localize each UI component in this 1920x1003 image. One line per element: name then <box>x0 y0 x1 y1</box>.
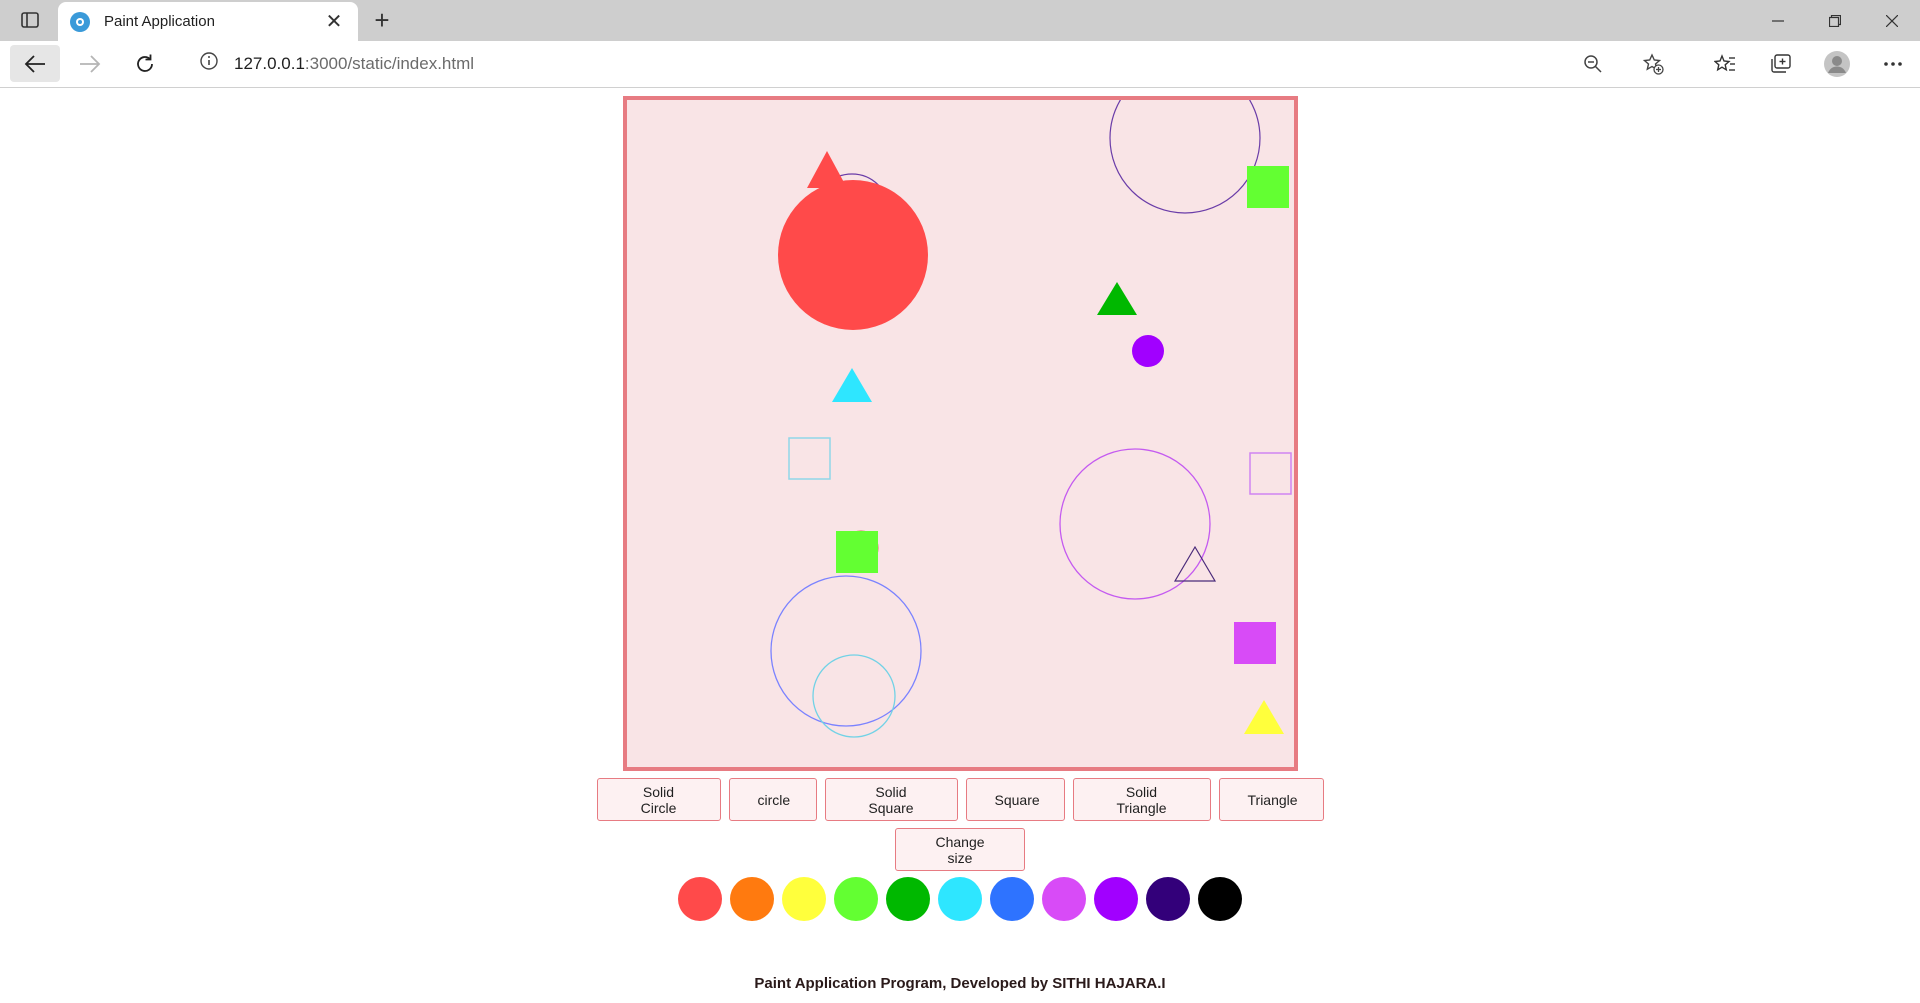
reload-icon[interactable] <box>120 45 170 82</box>
outline-square <box>788 437 831 480</box>
color-swatch[interactable] <box>678 877 722 921</box>
zoom-out-icon[interactable] <box>1576 47 1610 81</box>
back-arrow-icon[interactable] <box>10 45 60 82</box>
restore-icon[interactable] <box>1806 0 1863 41</box>
change-size-button[interactable]: Change size <box>895 828 1025 871</box>
tab-actions-icon[interactable] <box>12 8 48 32</box>
outline-square <box>1249 452 1292 495</box>
size-button-row: Change size <box>0 828 1920 871</box>
forward-arrow-icon[interactable] <box>65 45 115 82</box>
favorites-icon[interactable] <box>1708 47 1742 81</box>
outline-circle <box>1059 448 1211 600</box>
close-window-icon[interactable] <box>1863 0 1920 41</box>
outline-triangle <box>1173 545 1217 582</box>
color-swatch[interactable] <box>782 877 826 921</box>
solid-triangle <box>1097 282 1137 315</box>
color-swatch[interactable] <box>1094 877 1138 921</box>
more-options-icon[interactable] <box>1876 47 1910 81</box>
browser-tab-bar: Paint Application ✕ + <box>0 0 1920 41</box>
canvas-shapes <box>770 100 1292 738</box>
site-info-icon[interactable] <box>200 52 218 75</box>
address-path: :3000/static/index.html <box>304 53 475 73</box>
collections-icon[interactable] <box>1764 47 1798 81</box>
color-swatch[interactable] <box>730 877 774 921</box>
solid-square <box>1234 622 1276 664</box>
color-swatch[interactable] <box>1042 877 1086 921</box>
solid-triangle <box>832 368 872 402</box>
square-button[interactable]: Square <box>965 778 1065 821</box>
color-swatch[interactable] <box>938 877 982 921</box>
color-palette <box>0 877 1920 921</box>
color-swatch[interactable] <box>886 877 930 921</box>
color-swatch[interactable] <box>834 877 878 921</box>
address-bar[interactable]: 127.0.0.1:3000/static/index.html <box>180 45 1680 82</box>
solid-circle <box>778 180 928 330</box>
outline-circle <box>770 575 922 727</box>
solid-triangle-button[interactable]: Solid Triangle <box>1072 778 1211 821</box>
window-controls <box>1749 0 1920 41</box>
footer-credit: Paint Application Program, Developed by … <box>754 975 1166 992</box>
outline-circle <box>1109 100 1261 214</box>
profile-avatar-icon[interactable] <box>1820 47 1854 81</box>
color-swatch[interactable] <box>1146 877 1190 921</box>
tab-title: Paint Application <box>104 13 215 30</box>
solid-circle <box>1132 335 1164 367</box>
circle-button[interactable]: circle <box>728 778 817 821</box>
triangle-button[interactable]: Triangle <box>1218 778 1324 821</box>
paint-favicon-icon <box>70 11 90 32</box>
browser-tab[interactable]: Paint Application ✕ <box>58 2 358 41</box>
new-tab-icon[interactable]: + <box>368 6 396 34</box>
solid-square <box>836 531 878 573</box>
minimize-icon[interactable] <box>1749 0 1806 41</box>
shape-button-row: Solid Circle circle Solid Square Square … <box>0 778 1920 821</box>
solid-square <box>1247 166 1289 208</box>
solid-circle-button[interactable]: Solid Circle <box>596 778 721 821</box>
browser-toolbar: 127.0.0.1:3000/static/index.html <box>0 41 1920 88</box>
drawing-canvas[interactable] <box>623 96 1298 771</box>
add-favorite-icon[interactable] <box>1636 47 1670 81</box>
solid-square-button[interactable]: Solid Square <box>824 778 958 821</box>
tab-close-icon[interactable]: ✕ <box>322 9 346 34</box>
color-swatch[interactable] <box>990 877 1034 921</box>
solid-triangle <box>1244 700 1284 734</box>
outline-circle <box>812 654 896 738</box>
solid-triangle <box>807 151 847 188</box>
color-swatch[interactable] <box>1198 877 1242 921</box>
address-host: 127.0.0.1 <box>234 53 305 73</box>
